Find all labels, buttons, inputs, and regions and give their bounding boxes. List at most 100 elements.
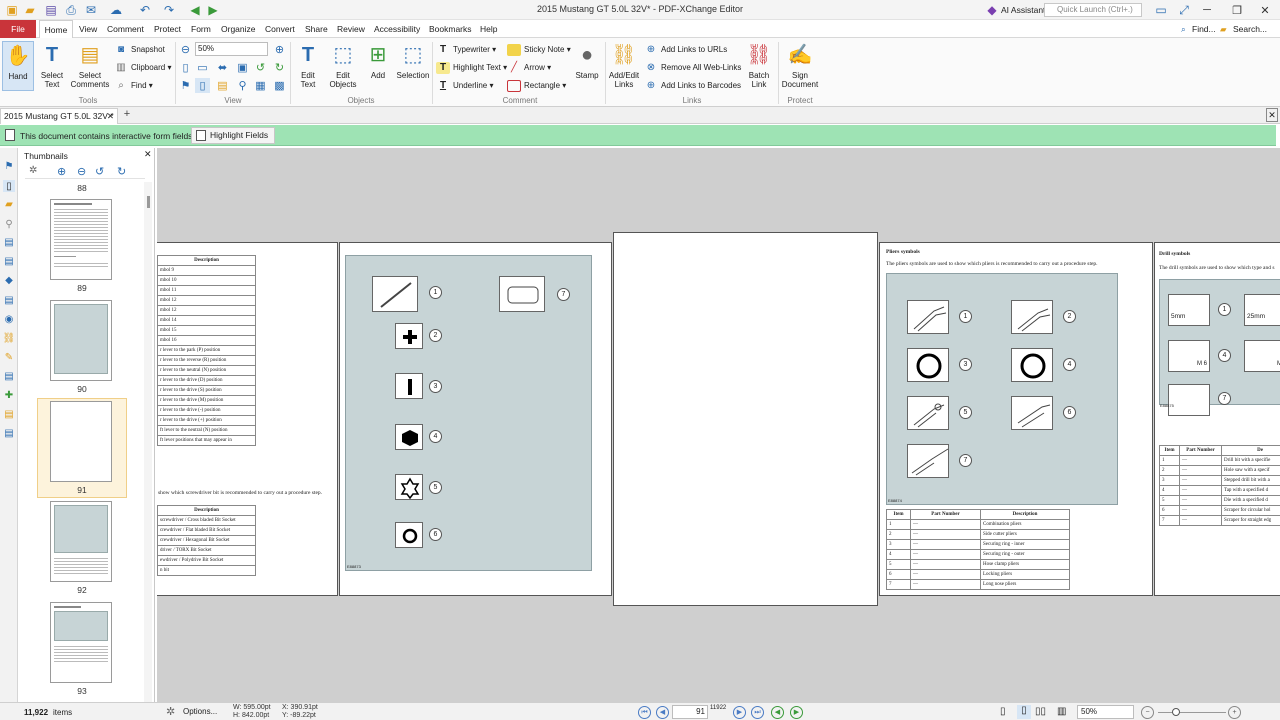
first-page-button[interactable]: ⏮ bbox=[638, 706, 651, 719]
menu-protect[interactable]: Protect bbox=[154, 20, 181, 38]
new-tab-icon[interactable]: + bbox=[121, 108, 133, 122]
facing-view-icon[interactable]: ▯▯ bbox=[1035, 706, 1046, 717]
menu-comment[interactable]: Comment bbox=[107, 20, 144, 38]
zoom-out-thumbs-icon[interactable]: ⊖ bbox=[77, 165, 86, 178]
arrow-button[interactable]: ╱ Arrow ▾ bbox=[507, 60, 551, 76]
search-icon[interactable]: ▰ bbox=[1220, 20, 1227, 38]
pen-panel-icon[interactable]: ✎ bbox=[3, 351, 15, 363]
ai-assistant-icon[interactable]: ◆ bbox=[984, 2, 1000, 18]
page-number-input[interactable]: 91 bbox=[672, 705, 708, 719]
thumbnail-page-89[interactable] bbox=[50, 199, 112, 280]
ai-assistant-button[interactable]: AI Assistant bbox=[1001, 5, 1045, 15]
restore-button[interactable]: ❐ bbox=[1222, 0, 1252, 20]
attachments-panel-icon[interactable]: ⚲ bbox=[3, 218, 15, 230]
menu-help[interactable]: Help bbox=[480, 20, 497, 38]
add-object-button[interactable]: ⊞ Add bbox=[362, 41, 394, 81]
fit-page-icon[interactable]: ▭ bbox=[195, 60, 210, 75]
find-button[interactable]: Find... bbox=[1192, 20, 1216, 38]
rectangle-button[interactable]: Rectangle ▾ bbox=[507, 78, 566, 94]
add-links-to-urls-button[interactable]: ⊕ Add Links to URLs bbox=[644, 42, 727, 58]
menu-review[interactable]: Review bbox=[337, 20, 365, 38]
menu-view[interactable]: View bbox=[79, 20, 97, 38]
add-links-to-barcodes-button[interactable]: ⊕ Add Links to Barcodes bbox=[644, 78, 741, 94]
edit-text-button[interactable]: T Edit Text bbox=[293, 41, 323, 90]
status-zoom-out-icon[interactable]: − bbox=[1141, 706, 1154, 719]
add-edit-links-button[interactable]: ⛓ Add/Edit Links bbox=[607, 41, 641, 90]
search-button[interactable]: Search... bbox=[1233, 20, 1267, 38]
document-canvas[interactable]: Description mbol 9 mbol 10 mbol 11 mbol 12 m… bbox=[157, 148, 1280, 702]
next-page-button[interactable]: ▶ bbox=[733, 706, 746, 719]
attachment-icon[interactable]: ⚲ bbox=[235, 78, 250, 93]
history-forward-button[interactable]: ▶ bbox=[790, 706, 803, 719]
destinations-panel-icon[interactable]: ◉ bbox=[3, 313, 15, 325]
ribbon-toggle-icon[interactable]: ▭ bbox=[1153, 2, 1169, 18]
edit-objects-button[interactable]: ⬚ Edit Objects bbox=[326, 41, 360, 90]
prev-page-button[interactable]: ◀ bbox=[656, 706, 669, 719]
tab-document[interactable]: 2015 Mustang GT 5.0L 32V * ✕ bbox=[0, 108, 118, 124]
signatures-panel-icon[interactable]: ▤ bbox=[3, 255, 15, 267]
content-panel-icon[interactable]: ▤ bbox=[3, 236, 15, 248]
status-zoom-in-icon[interactable]: + bbox=[1228, 706, 1241, 719]
accessibility-panel-icon[interactable]: ✚ bbox=[3, 389, 15, 401]
select-comments-button[interactable]: ▤ Select Comments bbox=[70, 41, 110, 90]
quick-launch-input[interactable]: Quick Launch (Ctrl+.) bbox=[1044, 3, 1142, 17]
close-all-tabs-icon[interactable]: ✕ bbox=[1266, 108, 1278, 122]
sticky-note-button[interactable]: Sticky Note ▾ bbox=[507, 42, 571, 58]
single-page-icon[interactable]: ▯ bbox=[195, 78, 210, 93]
options-button[interactable]: Options... bbox=[183, 707, 217, 716]
order-panel-icon[interactable]: ▤ bbox=[3, 427, 15, 439]
batch-link-button[interactable]: ⛓ Batch Link bbox=[743, 41, 775, 90]
links-panel-icon[interactable]: ⛓ bbox=[3, 332, 16, 344]
thumbnails-scrollbar[interactable] bbox=[144, 182, 152, 702]
continuous-facing-view-icon[interactable]: ▥ bbox=[1057, 706, 1066, 717]
fit-width-icon[interactable]: ⬌ bbox=[215, 60, 230, 75]
actual-size-icon[interactable]: ▯ bbox=[178, 60, 193, 75]
selection-button[interactable]: ⬚ Selection bbox=[396, 41, 430, 81]
thumbnails-close-icon[interactable]: ✕ bbox=[144, 149, 152, 160]
menu-home[interactable]: Home bbox=[39, 20, 73, 38]
history-back-button[interactable]: ◀ bbox=[771, 706, 784, 719]
sign-document-button[interactable]: ✍ Sign Document bbox=[780, 41, 820, 90]
thumbnail-options-icon[interactable]: ✲ bbox=[29, 165, 37, 176]
clipboard-button[interactable]: ▥ Clipboard ▾ bbox=[114, 60, 171, 76]
layers-panel-icon[interactable]: ◆ bbox=[3, 274, 15, 286]
zoom-slider-handle[interactable] bbox=[1172, 708, 1180, 716]
tab-close-icon[interactable]: ✕ bbox=[107, 109, 114, 123]
select-text-button[interactable]: T Select Text bbox=[37, 41, 67, 90]
typewriter-button[interactable]: T Typewriter ▾ bbox=[436, 42, 496, 58]
bookmarks-panel-icon[interactable]: ⚑ bbox=[3, 160, 15, 172]
minimize-button[interactable]: ─ bbox=[1192, 0, 1222, 20]
menu-file[interactable]: File bbox=[0, 20, 36, 38]
rotate-right-icon[interactable]: ↻ bbox=[272, 60, 287, 75]
rotate-ccw-icon[interactable]: ↺ bbox=[95, 165, 104, 178]
thumbnail-page-92[interactable] bbox=[50, 501, 112, 582]
continuous-view-icon[interactable]: ▯ bbox=[1017, 705, 1031, 719]
zoom-select[interactable]: 50% bbox=[195, 42, 268, 56]
bookmark-icon[interactable]: ⚑ bbox=[178, 78, 193, 93]
menu-convert[interactable]: Convert bbox=[265, 20, 295, 38]
thumbnail-page-91[interactable] bbox=[50, 401, 112, 482]
fullscreen-icon[interactable]: ⤢ bbox=[1176, 2, 1192, 18]
menu-accessibility[interactable]: Accessibility bbox=[374, 20, 420, 38]
menu-bookmarks[interactable]: Bookmarks bbox=[429, 20, 472, 38]
underline-button[interactable]: T Underline ▾ bbox=[436, 78, 494, 94]
highlight-text-button[interactable]: T Highlight Text ▾ bbox=[436, 60, 507, 76]
thumbnail-page-93[interactable] bbox=[50, 602, 112, 683]
find-icon[interactable]: ⌕ bbox=[1181, 20, 1186, 38]
stamp-button[interactable]: ● Stamp bbox=[570, 41, 604, 81]
thumbnail-page-90[interactable] bbox=[50, 300, 112, 381]
last-page-button[interactable]: ⏭ bbox=[751, 706, 764, 719]
close-button[interactable]: ✕ bbox=[1250, 0, 1280, 20]
comments-panel-icon[interactable]: ▰ bbox=[3, 198, 15, 210]
tags-panel-icon[interactable]: ▤ bbox=[3, 294, 15, 306]
snapshot-button[interactable]: ◙ Snapshot bbox=[114, 42, 165, 58]
single-page-view-icon[interactable]: ▯ bbox=[1000, 706, 1006, 717]
menu-organize[interactable]: Organize bbox=[221, 20, 256, 38]
options-gear-icon[interactable]: ✲ bbox=[166, 705, 175, 718]
hand-tool-button[interactable]: ✋ Hand bbox=[2, 41, 34, 91]
zoom-in-thumbs-icon[interactable]: ⊕ bbox=[57, 165, 66, 178]
measure-icon[interactable]: ▩ bbox=[272, 78, 287, 93]
remove-web-links-button[interactable]: ⊗ Remove All Web-Links bbox=[644, 60, 742, 76]
zoom-level-select[interactable]: 50% bbox=[1077, 705, 1134, 719]
rotate-cw-icon[interactable]: ↻ bbox=[117, 165, 126, 178]
